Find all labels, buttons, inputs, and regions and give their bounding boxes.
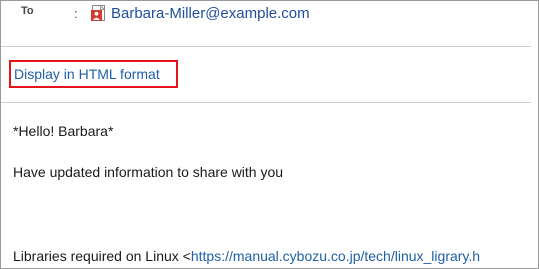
- body-divider: [1, 102, 531, 103]
- display-html-format-link[interactable]: Display in HTML format: [14, 66, 160, 82]
- person-card-icon: [91, 4, 107, 21]
- message-greeting: *Hello! Barbara*: [13, 123, 114, 139]
- email-view: To : Barbara-Miller@example.com Display …: [0, 0, 539, 269]
- html-format-highlight: Display in HTML format: [9, 60, 178, 88]
- to-row: To : Barbara-Miller@example.com: [1, 1, 538, 27]
- to-label: To: [21, 5, 34, 17]
- to-separator: :: [74, 6, 78, 21]
- header-divider: [1, 46, 531, 47]
- message-libraries-line: Libraries required on Linux <https://man…: [13, 248, 480, 264]
- libraries-prefix: Libraries required on Linux <: [13, 248, 191, 264]
- recipient-email-link[interactable]: Barbara-Miller@example.com: [111, 5, 310, 22]
- message-info-line: Have updated information to share with y…: [13, 164, 284, 180]
- libraries-link[interactable]: https://manual.cybozu.co.jp/tech/linux_l…: [191, 248, 480, 264]
